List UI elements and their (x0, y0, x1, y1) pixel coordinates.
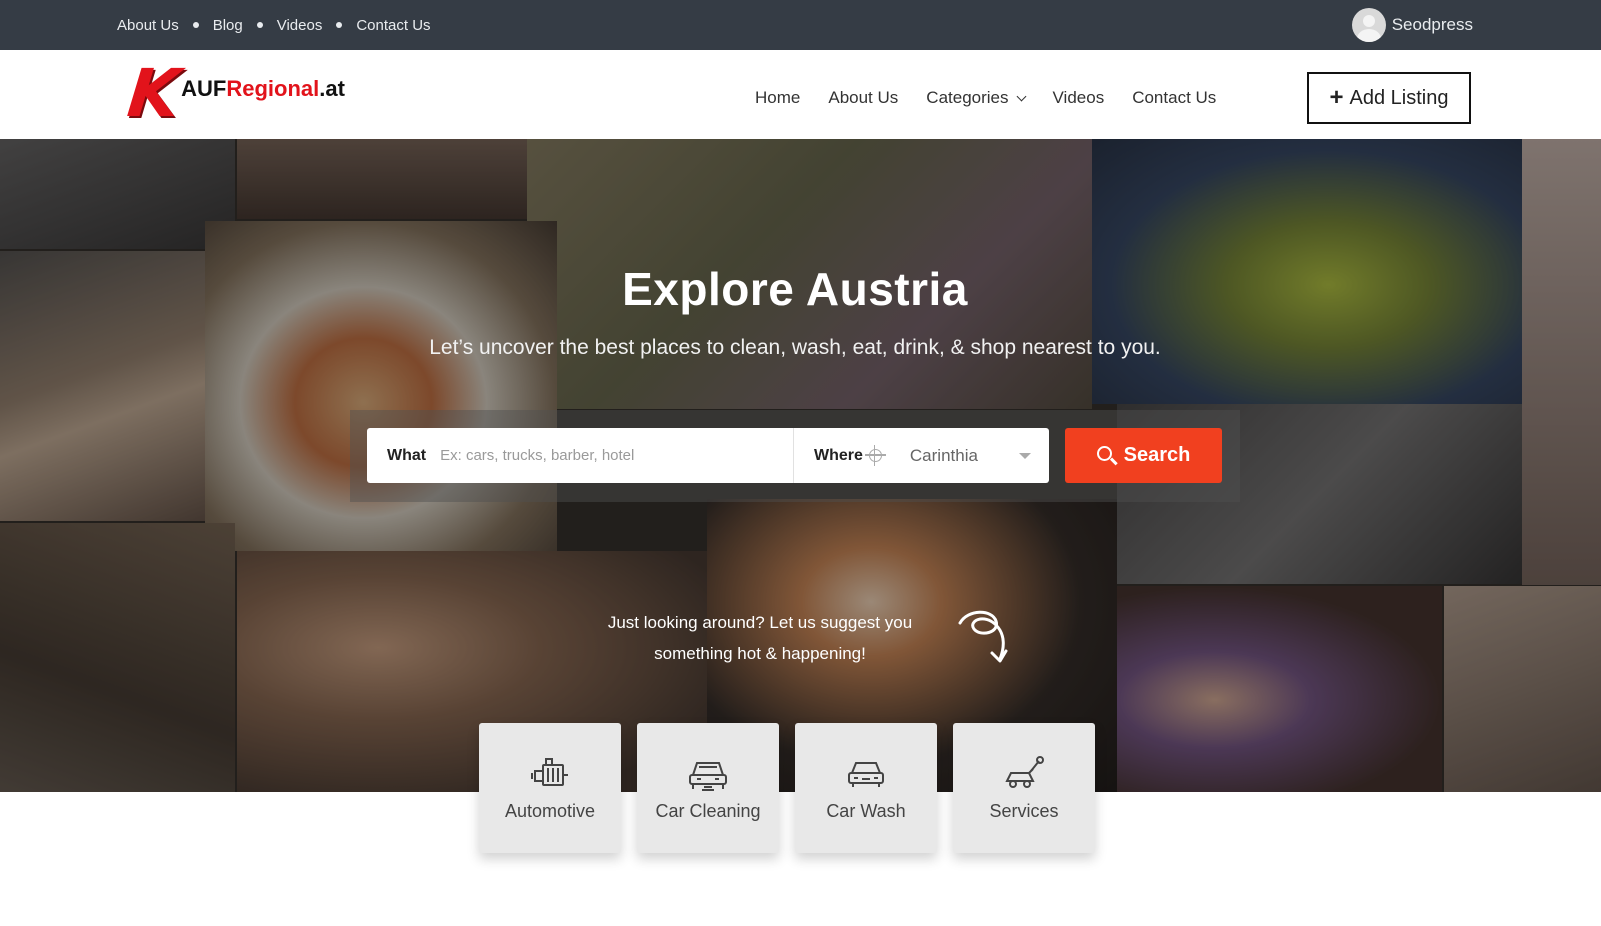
separator-dot (336, 22, 343, 28)
category-card-services[interactable]: Services (953, 723, 1095, 853)
what-label: What (387, 446, 427, 464)
logo-text: AUFRegional.at (181, 76, 345, 102)
nav-home[interactable]: Home (755, 88, 800, 108)
dropdown-caret-icon[interactable] (1019, 453, 1031, 459)
top-link-videos[interactable]: Videos (277, 17, 323, 34)
category-label: Services (989, 801, 1059, 821)
add-listing-button[interactable]: + Add Listing (1307, 72, 1471, 124)
what-field: What (367, 428, 794, 483)
logo-k: K (124, 55, 184, 132)
nav-categories-label: Categories (926, 88, 1009, 107)
hero-title: Explore Austria (622, 263, 968, 315)
category-label: Automotive (504, 801, 596, 821)
suggestion-line-2: something hot & happening! (654, 644, 866, 663)
chevron-down-icon (1016, 91, 1026, 101)
services-icon (1005, 756, 1044, 788)
separator-dot (256, 22, 263, 28)
top-bar: About Us Blog Videos Contact Us Seodpres… (0, 0, 1601, 50)
hero-subtitle: Let’s uncover the best places to clean, … (429, 336, 1161, 359)
nav-contact[interactable]: Contact Us (1132, 88, 1216, 108)
user-name[interactable]: Seodpress (1392, 15, 1473, 35)
category-card-car-wash[interactable]: Car Wash (795, 723, 937, 853)
suggestion-text: Just looking around? Let us suggest you … (595, 607, 925, 669)
page: About Us Blog Videos Contact Us Seodpres… (0, 0, 1601, 926)
search-icon (1096, 446, 1112, 461)
where-select-value[interactable]: Carinthia (910, 446, 978, 466)
main-nav: Home About Us Categories Videos Contact … (755, 88, 1244, 108)
user-menu[interactable]: Seodpress (1351, 5, 1473, 45)
where-label: Where (814, 446, 863, 464)
top-link-about[interactable]: About Us (117, 17, 179, 34)
main-header: K AUFRegional.at Home About Us Categorie… (0, 50, 1601, 139)
category-label: Car Wash (826, 801, 906, 821)
location-crosshair-icon[interactable] (864, 445, 886, 466)
curly-arrow-icon (958, 610, 1008, 663)
add-listing-label: Add Listing (1349, 86, 1449, 109)
separator-dot (192, 22, 199, 28)
logo-regional: Regional (226, 76, 320, 101)
search-form: What Where Carinthia (367, 428, 1049, 483)
nav-about[interactable]: About Us (828, 88, 898, 108)
plus-icon: + (1329, 84, 1344, 111)
category-card-automotive[interactable]: Automotive (479, 723, 621, 853)
car-cleaning-icon (689, 762, 727, 791)
what-input[interactable] (440, 447, 771, 464)
top-link-contact[interactable]: Contact Us (356, 17, 430, 34)
avatar[interactable] (1351, 8, 1386, 42)
category-label: Car Cleaning (655, 801, 761, 821)
suggestion-line-1: Just looking around? Let us suggest you (607, 613, 913, 632)
category-card-car-cleaning[interactable]: Car Cleaning (637, 723, 779, 853)
search-button[interactable]: Search (1065, 428, 1222, 483)
nav-categories[interactable]: Categories (926, 88, 1026, 108)
top-links: About Us Blog Videos Contact Us (117, 0, 431, 50)
where-field[interactable]: Where Carinthia (794, 428, 1049, 483)
nav-videos[interactable]: Videos (1053, 88, 1105, 108)
car-wash-icon (848, 762, 884, 787)
engine-icon (531, 758, 568, 786)
top-link-blog[interactable]: Blog (213, 17, 243, 34)
logo-at: .at (319, 76, 345, 101)
site-logo[interactable]: K AUFRegional.at (124, 55, 378, 132)
search-button-label: Search (1123, 444, 1191, 466)
logo-auf: AUF (181, 76, 227, 101)
